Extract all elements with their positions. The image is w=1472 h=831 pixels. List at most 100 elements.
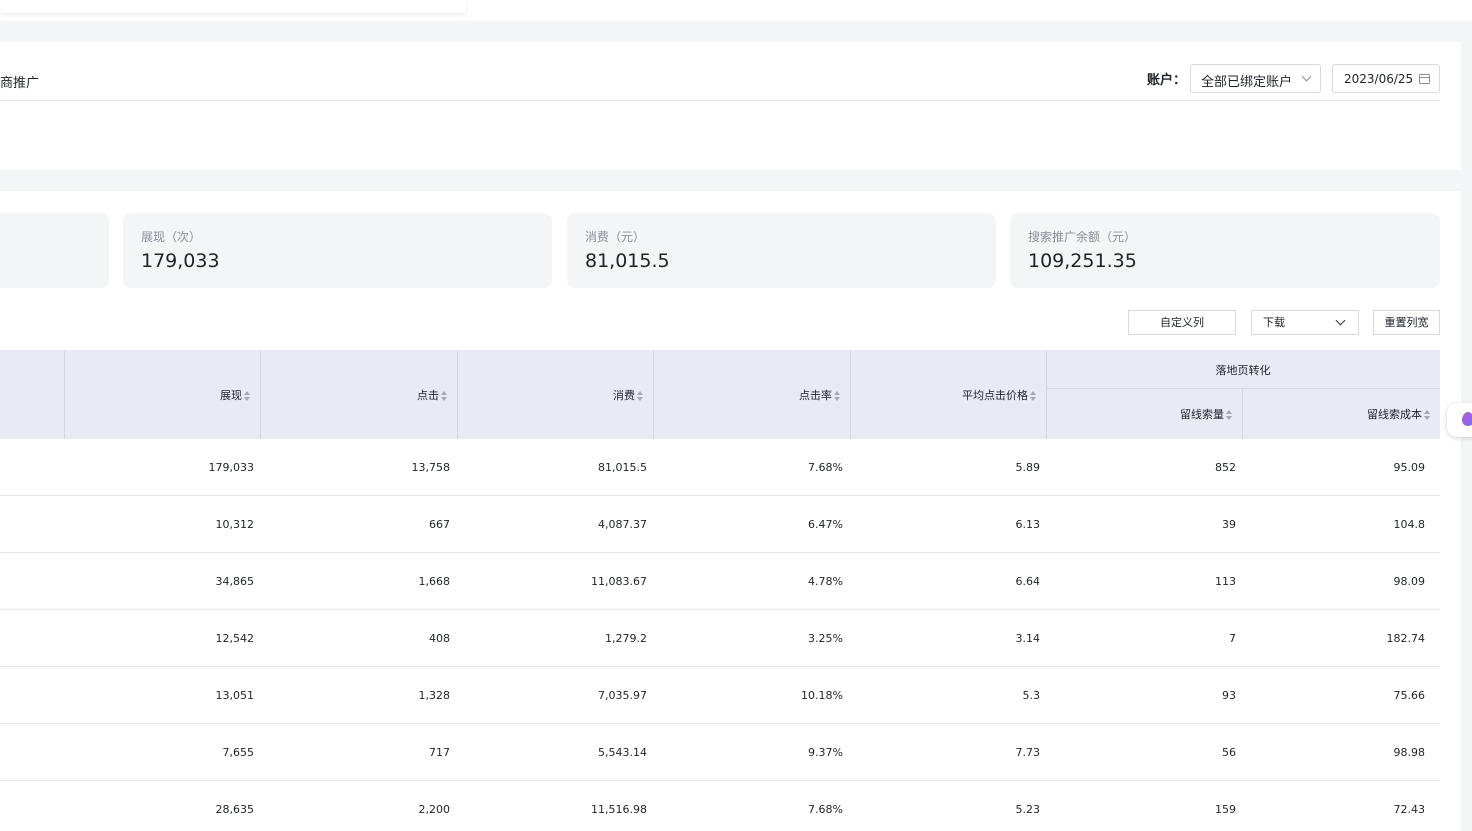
- table-cell: 4,087.37: [598, 518, 647, 531]
- table-cell: 182.74: [1386, 632, 1426, 645]
- header-group-landing: 落地页转化: [1215, 364, 1271, 377]
- card-label: 消费（元）: [585, 230, 646, 244]
- account-select[interactable]: 全部已绑定账户: [1190, 64, 1321, 93]
- table-cell: 98.09: [1393, 575, 1426, 588]
- table-cell: 34,865: [215, 575, 255, 588]
- header-clicks[interactable]: 点击: [260, 387, 447, 403]
- card-value: 109,251.35: [1028, 250, 1137, 272]
- table-cell: 7,655: [222, 746, 255, 759]
- account-label: 账户：: [1147, 73, 1187, 88]
- sort-icon[interactable]: [834, 391, 840, 401]
- sort-icon[interactable]: [441, 391, 447, 401]
- table-cell: 13,051: [215, 689, 255, 702]
- sort-icon[interactable]: [1030, 391, 1036, 401]
- header-label: 消费: [613, 389, 635, 402]
- header-cost[interactable]: 消费: [457, 387, 643, 403]
- table-cell: 5.89: [1015, 461, 1041, 474]
- header-label: 展现: [220, 389, 242, 402]
- summary-card-impressions: 展现（次） 179,033: [123, 213, 552, 288]
- table-cell: 408: [429, 632, 450, 645]
- header-lead-cost[interactable]: 留线索成本: [1242, 406, 1430, 422]
- table-row: 10,312 667 4,087.37 6.47% 6.13 39 104.8: [0, 496, 1440, 553]
- table-cell: 7: [1229, 632, 1236, 645]
- gem-icon: [1462, 412, 1472, 426]
- download-dropdown[interactable]: 下载: [1251, 310, 1359, 335]
- table-row: 28,635 2,200 11,516.98 7.68% 5.23 159 72.43: [0, 781, 1440, 831]
- reset-width-button[interactable]: 重置列宽: [1373, 310, 1440, 335]
- top-bar: [0, 0, 1472, 21]
- chevron-down-icon: [1335, 315, 1346, 326]
- table-cell: 7.73: [1015, 746, 1041, 759]
- table-cell: 7,035.97: [598, 689, 647, 702]
- table-cell: 1,668: [418, 575, 451, 588]
- header-impressions[interactable]: 展现: [64, 387, 250, 403]
- date-picker[interactable]: 2023/06/25: [1332, 64, 1440, 93]
- download-label: 下载: [1263, 316, 1285, 329]
- table-cell: 3.14: [1015, 632, 1041, 645]
- sort-icon[interactable]: [637, 391, 643, 401]
- table-cell: 95.09: [1393, 461, 1426, 474]
- table-header: 展现 点击 消费 点击率 平均点击价格 落地页转化 留线索量 留线索成本: [0, 350, 1440, 439]
- table-cell: 98.98: [1393, 746, 1426, 759]
- table-cell: 11,516.98: [591, 803, 647, 816]
- filter-panel: 电商推广 账户： 全部已绑定账户 2023/06/25: [0, 42, 1461, 170]
- table-cell: 6.47%: [808, 518, 843, 531]
- table-cell: 11,083.67: [591, 575, 647, 588]
- table-row: 12,542 408 1,279.2 3.25% 3.14 7 182.74: [0, 610, 1440, 667]
- card-label: 展现（次）: [141, 230, 202, 244]
- header-label: 平均点击价格: [962, 389, 1028, 402]
- custom-columns-button[interactable]: 自定义列: [1128, 310, 1236, 335]
- top-tab-area: [0, 0, 466, 13]
- chevron-down-icon: [1301, 71, 1312, 82]
- sort-icon[interactable]: [1424, 410, 1430, 420]
- divider: [0, 100, 1440, 101]
- card-label: 搜索推广余额（元）: [1028, 230, 1137, 244]
- table-row: 34,865 1,668 11,083.67 4.78% 6.64 113 98.09: [0, 553, 1440, 610]
- table-cell: 1,279.2: [605, 632, 647, 645]
- table-row: 13,051 1,328 7,035.97 10.18% 5.3 93 75.66: [0, 667, 1440, 724]
- calendar-icon: [1419, 74, 1430, 84]
- table-cell: 93: [1222, 689, 1236, 702]
- group-divider: [1046, 388, 1440, 389]
- card-value: 179,033: [141, 250, 220, 272]
- sort-icon[interactable]: [1226, 410, 1232, 420]
- sort-icon[interactable]: [244, 391, 250, 401]
- table-cell: 113: [1215, 575, 1236, 588]
- header-label: 点击率: [799, 389, 832, 402]
- table-cell: 72.43: [1393, 803, 1426, 816]
- summary-card-cost: 消费（元） 81,015.5: [567, 213, 996, 288]
- header-leads[interactable]: 留线索量: [1046, 406, 1232, 422]
- table-row: 179,033 13,758 81,015.5 7.68% 5.89 852 95.09: [0, 439, 1440, 496]
- table-cell: 56: [1222, 746, 1236, 759]
- date-value: 2023/06/25: [1344, 72, 1414, 86]
- table-cell: 179,033: [208, 461, 255, 474]
- table-cell: 75.66: [1393, 689, 1426, 702]
- table-cell: 1,328: [418, 689, 451, 702]
- table-cell: 7.68%: [808, 803, 843, 816]
- floating-assistant[interactable]: [1447, 403, 1472, 437]
- table-cell: 667: [429, 518, 450, 531]
- summary-card-balance: 搜索推广余额（元） 109,251.35: [1010, 213, 1440, 288]
- table-cell: 5,543.14: [598, 746, 647, 759]
- header-label: 点击: [417, 389, 439, 402]
- header-avg-cpc[interactable]: 平均点击价格: [850, 387, 1036, 403]
- table-cell: 9.37%: [808, 746, 843, 759]
- table-cell: 4.78%: [808, 575, 843, 588]
- table-cell: 39: [1222, 518, 1236, 531]
- table-cell: 159: [1215, 803, 1236, 816]
- table-cell: 7.68%: [808, 461, 843, 474]
- table-cell: 28,635: [215, 803, 255, 816]
- table-cell: 5.23: [1015, 803, 1041, 816]
- table-cell: 104.8: [1393, 518, 1426, 531]
- summary-card-partial: [0, 213, 109, 288]
- table-cell: 10.18%: [801, 689, 843, 702]
- table-row: 7,655 717 5,543.14 9.37% 7.73 56 98.98: [0, 724, 1440, 781]
- table-cell: 6.13: [1015, 518, 1041, 531]
- report-panel: 展现（次） 179,033 消费（元） 81,015.5 搜索推广余额（元） 1…: [0, 191, 1461, 831]
- table-cell: 717: [429, 746, 450, 759]
- table-cell: 3.25%: [808, 632, 843, 645]
- page-title: 电商推广: [0, 76, 40, 91]
- table-cell: 5.3: [1022, 689, 1041, 702]
- header-ctr[interactable]: 点击率: [653, 387, 840, 403]
- header-label: 留线索量: [1180, 408, 1224, 421]
